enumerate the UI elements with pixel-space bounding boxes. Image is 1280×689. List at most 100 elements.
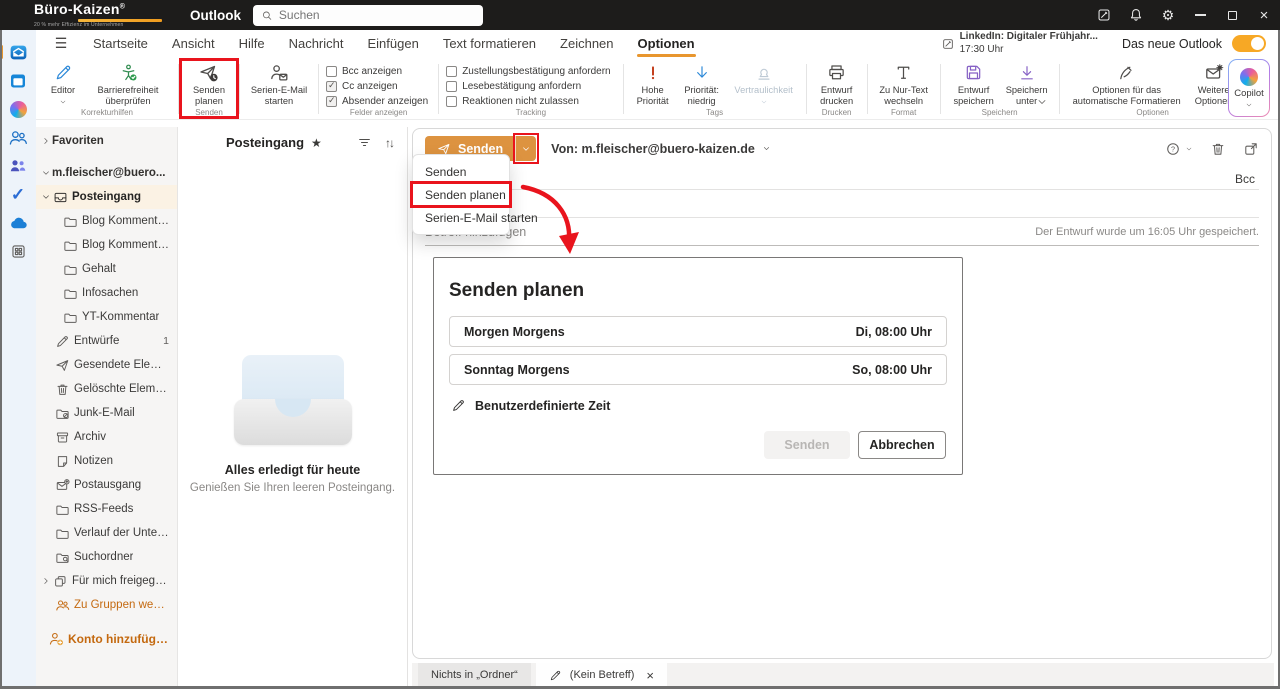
print-draft-button[interactable]: Entwurf drucken bbox=[814, 60, 860, 106]
cc-anzeigen-checkbox[interactable]: Cc anzeigen bbox=[326, 80, 428, 92]
folder-blog-kommentar-1[interactable]: Blog Kommentar ... bbox=[36, 209, 177, 233]
tab-optionen[interactable]: Optionen bbox=[636, 34, 696, 57]
editor-pen-icon bbox=[54, 63, 73, 82]
tab-nachricht[interactable]: Nachricht bbox=[288, 34, 345, 53]
tab-hilfe[interactable]: Hilfe bbox=[238, 34, 266, 53]
close-button[interactable]: × bbox=[1248, 0, 1280, 30]
folder-posteingang[interactable]: Posteingang bbox=[36, 185, 177, 209]
chevron-down-icon bbox=[760, 98, 768, 106]
dialog-send-button[interactable]: Senden bbox=[764, 431, 850, 459]
arrow-down-icon bbox=[693, 64, 711, 82]
subject-field[interactable]: Betreff hinzufügen Der Entwurf wurde um … bbox=[425, 218, 1259, 246]
pencil-icon bbox=[451, 398, 466, 413]
rail-todo-button[interactable]: ✓ bbox=[5, 182, 31, 208]
accessibility-check-button[interactable]: Barrierefreiheit überprüfen bbox=[85, 60, 171, 106]
folder-status-tab[interactable]: Nichts in „Ordner“ bbox=[418, 663, 531, 687]
absender-anzeigen-checkbox[interactable]: Absender anzeigen bbox=[326, 95, 428, 107]
collapse-ribbon-button[interactable] bbox=[1036, 95, 1048, 113]
minimize-button[interactable] bbox=[1184, 0, 1216, 30]
close-draft-icon[interactable]: × bbox=[646, 668, 654, 683]
tab-einfuegen[interactable]: Einfügen bbox=[367, 34, 420, 53]
sort-icon[interactable]: ↑↓ bbox=[385, 136, 395, 150]
chevron-down-icon bbox=[41, 168, 51, 178]
folder-geloeschte[interactable]: Gelöschte Elemente bbox=[36, 377, 177, 401]
search-input[interactable] bbox=[278, 8, 475, 22]
plain-text-button[interactable]: Zu Nur-Text wechseln bbox=[875, 60, 933, 106]
tab-startseite[interactable]: Startseite bbox=[92, 34, 149, 53]
notifications-button[interactable] bbox=[1120, 0, 1152, 30]
folder-yt-kommentar[interactable]: YT-Kommentar bbox=[36, 305, 177, 329]
chevron-right-icon bbox=[41, 136, 51, 146]
copilot-button[interactable]: Copilot bbox=[1228, 59, 1270, 117]
lesebestaetigung-checkbox[interactable]: Lesebestätigung anfordern bbox=[446, 81, 610, 92]
folder-suchordner[interactable]: Suchordner bbox=[36, 545, 177, 569]
rail-people-button[interactable] bbox=[5, 125, 31, 151]
favorites-section[interactable]: Favoriten bbox=[36, 129, 177, 153]
bcc-toggle[interactable]: Bcc bbox=[1235, 172, 1259, 186]
open-in-new-window-icon[interactable] bbox=[1243, 141, 1259, 157]
folder-notizen[interactable]: Notizen bbox=[36, 449, 177, 473]
folder-gehalt[interactable]: Gehalt bbox=[36, 257, 177, 281]
folder-junk[interactable]: Junk-E-Mail bbox=[36, 401, 177, 425]
folder-postausgang[interactable]: Postausgang bbox=[36, 473, 177, 497]
rail-copilot-button[interactable] bbox=[5, 96, 31, 122]
folder-gesendete[interactable]: Gesendete Elemente bbox=[36, 353, 177, 377]
menu-item-serien-email[interactable]: Serien-E-Mail starten bbox=[413, 206, 538, 229]
save-draft-button[interactable]: Entwurf speichern bbox=[948, 60, 1000, 106]
copilot-icon bbox=[1240, 67, 1258, 86]
high-priority-button[interactable]: Hohe Priorität bbox=[631, 60, 675, 106]
folder-verlauf[interactable]: Verlauf der Unterh... bbox=[36, 521, 177, 545]
rail-onedrive-button[interactable] bbox=[5, 210, 31, 236]
folder-shared-with-me[interactable]: Für mich freigegeb... bbox=[36, 569, 177, 593]
empty-inbox-subtitle: Genießen Sie Ihren leeren Posteingang. bbox=[189, 482, 396, 494]
folder-infosachen[interactable]: Infosachen bbox=[36, 281, 177, 305]
settings-button[interactable]: ⚙ bbox=[1152, 0, 1184, 30]
tab-zeichnen[interactable]: Zeichnen bbox=[559, 34, 614, 53]
menu-item-senden[interactable]: Senden bbox=[413, 160, 509, 183]
rail-mail-button[interactable] bbox=[0, 39, 31, 65]
chevron-down-icon bbox=[521, 144, 531, 154]
low-priority-button[interactable]: Priorität: niedrig bbox=[677, 60, 727, 106]
autoformat-options-button[interactable]: Optionen für das automatische Formatiere… bbox=[1067, 60, 1187, 106]
search-bar[interactable] bbox=[253, 4, 483, 26]
maximize-button[interactable] bbox=[1216, 0, 1248, 30]
folder-rss[interactable]: RSS-Feeds bbox=[36, 497, 177, 521]
mail-merge-button[interactable]: Serien-E-Mail starten bbox=[247, 60, 311, 106]
filter-icon[interactable] bbox=[357, 135, 372, 150]
tab-ansicht[interactable]: Ansicht bbox=[171, 34, 216, 53]
dialog-cancel-button[interactable]: Abbrechen bbox=[858, 431, 946, 459]
cc-field[interactable] bbox=[425, 190, 1259, 218]
ribbon-group-serienmail: Serien-E-Mail starten bbox=[242, 59, 316, 119]
quick-note-button[interactable] bbox=[1088, 0, 1120, 30]
folder-entwuerfe[interactable]: Entwürfe 1 bbox=[36, 329, 177, 353]
switch-to-groups-link[interactable]: Zu Gruppen wechs... bbox=[36, 593, 177, 617]
to-field[interactable]: Bcc bbox=[425, 169, 1259, 190]
hamburger-menu-button[interactable]: ☰ bbox=[44, 35, 78, 52]
folder-archiv[interactable]: Archiv bbox=[36, 425, 177, 449]
schedule-send-button[interactable]: Senden planen bbox=[186, 60, 232, 106]
sensitivity-menu-button[interactable] bbox=[1165, 141, 1193, 157]
send-options-dropdown-button[interactable] bbox=[513, 133, 540, 164]
from-selector[interactable]: Von: m.fleischer@buero-kaizen.de bbox=[551, 142, 771, 156]
rail-more-apps-button[interactable] bbox=[5, 239, 31, 265]
bcc-anzeigen-checkbox[interactable]: Bcc anzeigen bbox=[326, 66, 428, 77]
app-title: Outlook bbox=[190, 7, 241, 23]
add-account-button[interactable]: Konto hinzufügen bbox=[36, 627, 177, 651]
folder-blog-kommentar-2[interactable]: Blog Kommentar ... bbox=[36, 233, 177, 257]
zustellungsbestaetigung-checkbox[interactable]: Zustellungsbestätigung anfordern bbox=[446, 66, 611, 77]
custom-time-button[interactable]: Benutzerdefinierte Zeit bbox=[451, 398, 962, 413]
editor-button[interactable]: Editor bbox=[43, 60, 83, 106]
open-draft-tab[interactable]: (Kein Betreff) × bbox=[535, 663, 667, 687]
rail-groups-button[interactable] bbox=[5, 153, 31, 179]
menu-item-senden-planen[interactable]: Senden planen bbox=[410, 181, 512, 208]
tab-text-formatieren[interactable]: Text formatieren bbox=[442, 34, 537, 53]
reaktionen-checkbox[interactable]: Reaktionen nicht zulassen bbox=[446, 96, 610, 107]
discard-trash-icon[interactable] bbox=[1210, 141, 1226, 157]
dialog-option-sonntag[interactable]: Sonntag Morgens So, 08:00 Uhr bbox=[449, 354, 947, 385]
account-section[interactable]: m.fleischer@buero... bbox=[36, 161, 177, 185]
reminder-toast[interactable]: LinkedIn: Digitaler Frühjahr... 17:30 Uh… bbox=[941, 31, 1098, 56]
rail-calendar-button[interactable] bbox=[5, 68, 31, 94]
draft-saved-status: Der Entwurf wurde um 16:05 Uhr gespeiche… bbox=[1035, 225, 1259, 238]
dialog-option-morgen[interactable]: Morgen Morgens Di, 08:00 Uhr bbox=[449, 316, 947, 347]
new-outlook-toggle[interactable] bbox=[1232, 35, 1266, 52]
